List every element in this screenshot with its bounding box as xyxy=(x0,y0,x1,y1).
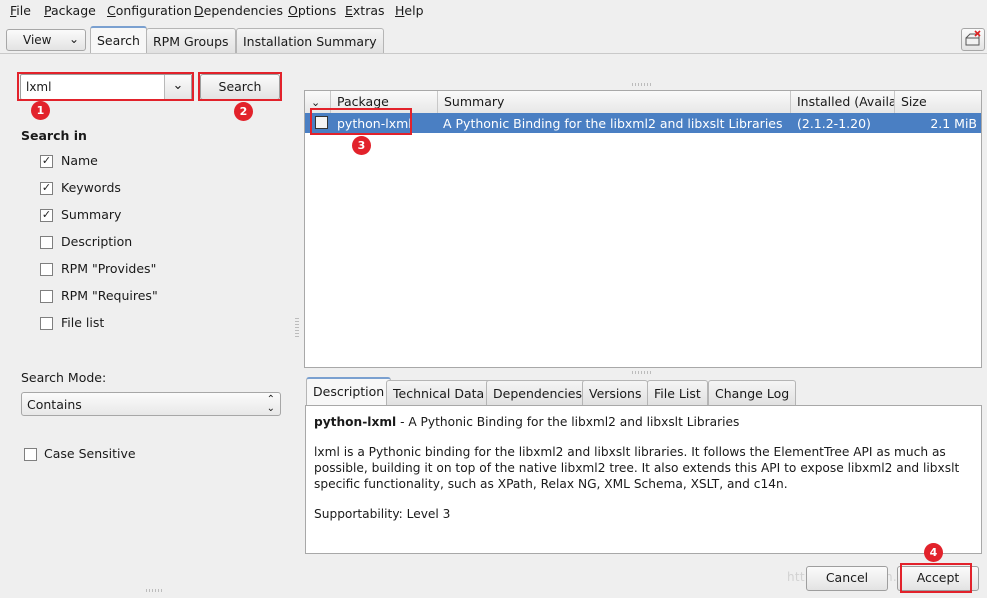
search-mode-value: Contains xyxy=(27,397,82,412)
tab-description[interactable]: Description xyxy=(306,377,392,406)
menu-configuration[interactable]: Configuration xyxy=(107,3,192,18)
checkbox-rpm-requires[interactable] xyxy=(40,290,53,303)
chevron-down-icon: ⌄ xyxy=(68,32,79,46)
search-in-label: Search in xyxy=(21,128,87,143)
column-installed[interactable]: Installed (Availab xyxy=(791,91,895,113)
tab-rpm-groups[interactable]: RPM Groups xyxy=(146,28,236,53)
pane-splitter-middle[interactable] xyxy=(632,371,652,374)
annotation-badge-2: 2 xyxy=(234,102,253,121)
checkbox-case-sensitive[interactable] xyxy=(24,448,37,461)
pane-splitter-bottom[interactable] xyxy=(146,589,162,592)
checkbox-rpm-provides[interactable] xyxy=(40,263,53,276)
tab-file-list[interactable]: File List xyxy=(647,380,708,405)
annotation-box-2 xyxy=(198,72,282,101)
tab-installation-summary[interactable]: Installation Summary xyxy=(236,28,384,53)
menu-file[interactable]: File xyxy=(10,3,31,18)
package-action-button[interactable] xyxy=(961,28,985,51)
updown-arrows-icon: ⌃ ⌄ xyxy=(266,394,275,414)
description-title-rest: - A Pythonic Binding for the libxml2 and… xyxy=(396,415,740,429)
menubar: File Package Configuration Dependencies … xyxy=(0,0,987,22)
menu-dependencies[interactable]: Dependencies xyxy=(194,3,283,18)
annotation-box-3 xyxy=(310,108,412,135)
annotation-box-1 xyxy=(17,72,194,101)
view-button-label: View xyxy=(23,33,52,47)
description-panel: python-lxml - A Pythonic Binding for the… xyxy=(305,405,982,554)
description-title: python-lxml xyxy=(314,415,397,429)
checkbox-keywords[interactable]: ✓ xyxy=(40,182,53,195)
pane-splitter-vertical[interactable] xyxy=(295,318,299,338)
tab-search[interactable]: Search xyxy=(90,26,147,54)
tab-change-log[interactable]: Change Log xyxy=(708,380,797,405)
supportability-text: Supportability: Level 3 xyxy=(314,507,451,521)
checkbox-summary[interactable]: ✓ xyxy=(40,209,53,222)
menu-extras[interactable]: Extras xyxy=(345,3,385,18)
column-summary[interactable]: Summary xyxy=(438,91,791,113)
tab-technical-data[interactable]: Technical Data xyxy=(386,380,492,405)
annotation-badge-1: 1 xyxy=(31,101,50,120)
annotation-badge-4: 4 xyxy=(924,543,943,562)
search-mode-label: Search Mode: xyxy=(21,370,107,385)
checkbox-file-list[interactable] xyxy=(40,317,53,330)
tab-dependencies[interactable]: Dependencies xyxy=(486,380,589,405)
menu-help[interactable]: Help xyxy=(395,3,424,18)
annotation-box-4 xyxy=(900,563,972,593)
menu-options[interactable]: Options xyxy=(288,3,336,18)
cancel-button[interactable]: Cancel xyxy=(806,566,888,591)
description-body: lxml is a Pythonic binding for the libxm… xyxy=(314,445,960,491)
package-x-icon xyxy=(965,30,981,46)
column-size[interactable]: Size xyxy=(895,91,981,113)
checkbox-name[interactable]: ✓ xyxy=(40,155,53,168)
menu-package[interactable]: Package xyxy=(44,3,96,18)
tab-versions[interactable]: Versions xyxy=(582,380,649,405)
view-button[interactable]: View ⌄ xyxy=(6,29,86,51)
cell-installed: (2.1.2-1.20) xyxy=(797,116,871,131)
pane-splitter-top[interactable] xyxy=(632,83,652,86)
cell-summary: A Pythonic Binding for the libxml2 and l… xyxy=(443,116,783,131)
annotation-badge-3: 3 xyxy=(352,136,371,155)
cell-size: 2.1 MiB xyxy=(930,116,977,131)
search-mode-select[interactable]: Contains ⌃ ⌄ xyxy=(21,392,281,416)
checkbox-description[interactable] xyxy=(40,236,53,249)
